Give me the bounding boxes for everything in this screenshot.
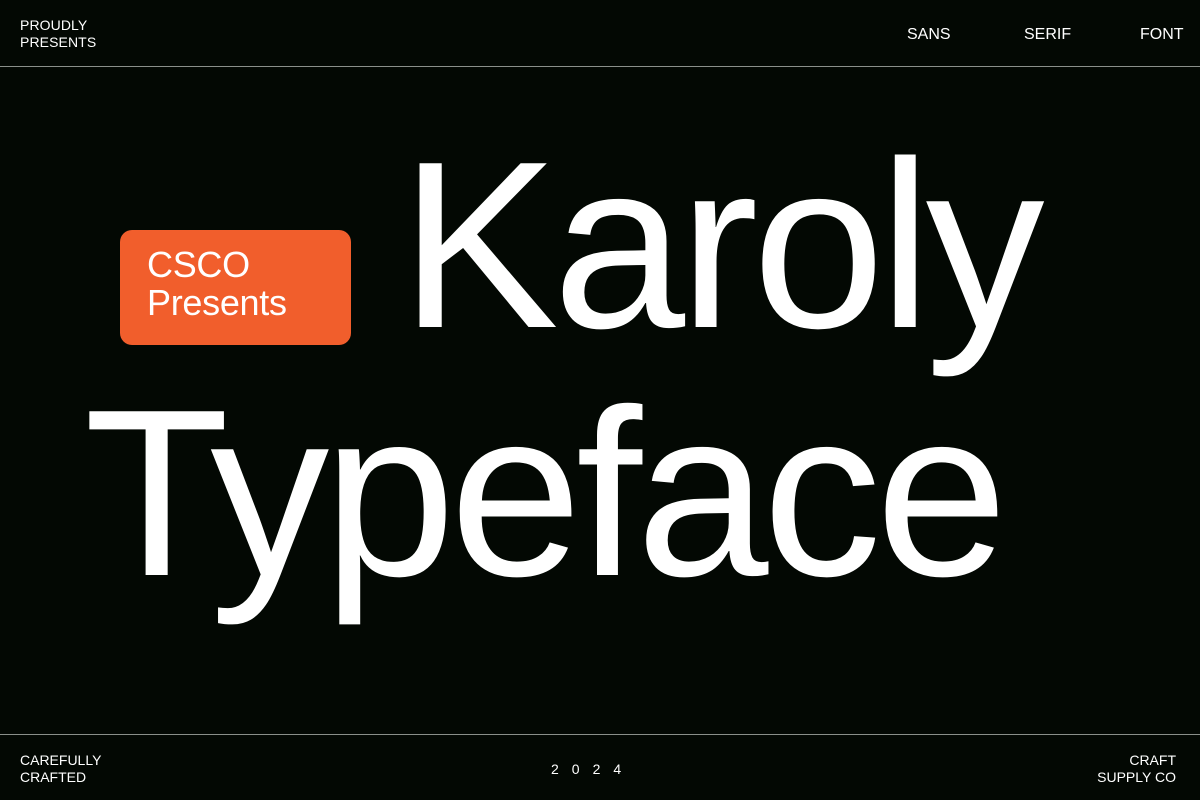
nav-item-serif[interactable]: SERIF bbox=[1024, 26, 1071, 44]
footer-left-line-1: CAREFULLY bbox=[20, 752, 102, 768]
footer-right-line-1: CRAFT bbox=[1129, 752, 1176, 768]
footer-left-text: CAREFULLY CRAFTED bbox=[20, 752, 101, 786]
badge-line-2: Presents bbox=[147, 282, 287, 323]
footer-year: 2024 bbox=[551, 761, 635, 777]
nav-item-font[interactable]: FONT bbox=[1140, 26, 1184, 44]
top-divider bbox=[0, 66, 1200, 67]
bottom-divider bbox=[0, 734, 1200, 735]
headline-karoly: Karoly bbox=[400, 113, 1045, 378]
header-left-line-1: PROUDLY bbox=[20, 17, 88, 33]
presents-badge: CSCO Presents bbox=[120, 230, 351, 345]
nav-item-sans[interactable]: SANS bbox=[907, 26, 951, 44]
header-left-text: PROUDLY PRESENTS bbox=[20, 17, 96, 51]
headline-typeface: Typeface bbox=[84, 361, 1008, 626]
badge-line-1: CSCO bbox=[147, 244, 250, 285]
footer-right-text: CRAFT SUPPLY CO bbox=[1097, 752, 1176, 786]
footer-left-line-2: CRAFTED bbox=[20, 769, 87, 785]
footer-right-line-2: SUPPLY CO bbox=[1097, 769, 1176, 785]
header-left-line-2: PRESENTS bbox=[20, 34, 97, 50]
